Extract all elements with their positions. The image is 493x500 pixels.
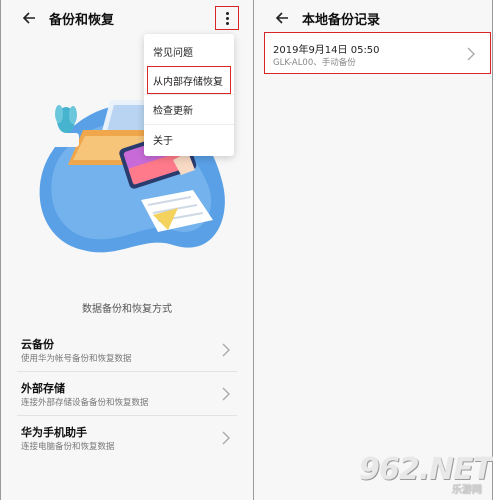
back-button[interactable] (272, 8, 292, 28)
option-title: 华为手机助手 (21, 426, 87, 439)
chevron-right-icon (222, 387, 230, 401)
record-date: 2019年9月14日 05:50 (273, 45, 380, 56)
menu-item-restore-internal[interactable]: 从内部存储恢复 (147, 66, 231, 94)
menu-item-about[interactable]: 关于 (144, 124, 234, 154)
top-bar: 备份和恢复 (1, 0, 253, 36)
more-icon (225, 11, 229, 15)
page-title: 本地备份记录 (302, 12, 381, 28)
option-subtitle: 使用华为帐号备份和恢复数据 (21, 354, 132, 364)
back-button[interactable] (19, 8, 39, 28)
back-arrow-icon (275, 12, 288, 24)
more-icon-dot (225, 16, 229, 20)
more-icon-dot (225, 21, 229, 25)
option-cloud-backup[interactable]: 云备份 使用华为帐号备份和恢复数据 (17, 328, 237, 372)
chevron-right-icon (467, 47, 475, 61)
site-watermark: 962.NET 乐游网 (359, 452, 493, 496)
page-title: 备份和恢复 (49, 12, 115, 28)
more-options-button[interactable] (215, 6, 239, 30)
overflow-menu: 常见问题 从内部存储恢复 检查更新 关于 (144, 34, 234, 156)
backup-methods-list: 云备份 使用华为帐号备份和恢复数据 外部存储 连接外部存储设备备份和恢复数据 华… (17, 328, 237, 460)
option-subtitle: 连接外部存储设备备份和恢复数据 (21, 398, 149, 408)
option-subtitle: 连接电脑备份和恢复数据 (21, 442, 115, 452)
record-device: GLK-AL00、手动备份 (273, 58, 356, 68)
top-bar: 本地备份记录 (254, 0, 492, 36)
option-title: 云备份 (21, 338, 54, 351)
chevron-right-icon (222, 343, 230, 357)
backup-restore-screen: 备份和恢复 数据备份和恢复方式 云备份 使用华为帐号备份和恢复数据 外部存储 连… (1, 0, 253, 500)
option-huawei-assistant[interactable]: 华为手机助手 连接电脑备份和恢复数据 (17, 416, 237, 460)
menu-item-faq[interactable]: 常见问题 (144, 36, 234, 66)
option-external-storage[interactable]: 外部存储 连接外部存储设备备份和恢复数据 (17, 372, 237, 416)
option-title: 外部存储 (21, 382, 65, 395)
local-backup-records-screen: 本地备份记录 2019年9月14日 05:50 GLK-AL00、手动备份 96… (254, 0, 493, 500)
section-title: 数据备份和恢复方式 (82, 304, 172, 315)
watermark-sub: 乐游网 (452, 485, 482, 496)
backup-record-item[interactable]: 2019年9月14日 05:50 GLK-AL00、手动备份 (264, 32, 491, 74)
menu-item-check-update[interactable]: 检查更新 (144, 94, 234, 124)
back-arrow-icon (22, 12, 35, 24)
chevron-right-icon (222, 431, 230, 445)
